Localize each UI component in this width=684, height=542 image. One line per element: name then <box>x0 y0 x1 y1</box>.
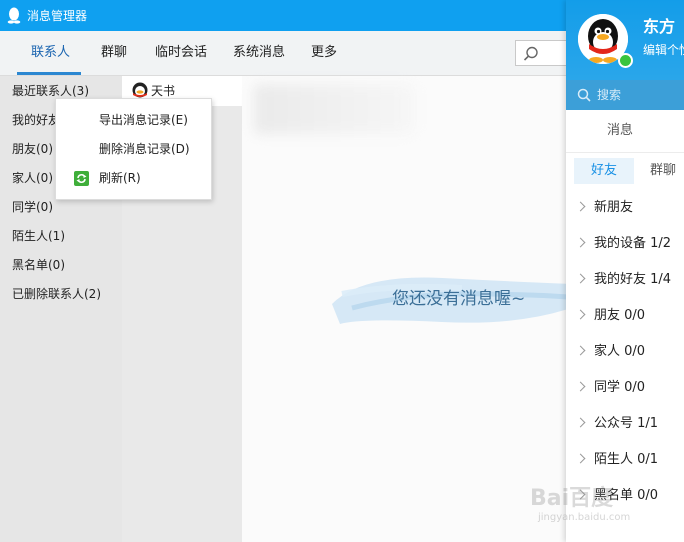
refresh-icon <box>74 171 89 186</box>
manager-search-input[interactable] <box>515 40 566 66</box>
contact-name: 天书 <box>151 84 176 98</box>
category-blacklist[interactable]: 黑名单(0) <box>12 257 65 273</box>
group-new-friends[interactable]: 新朋友 <box>566 191 684 225</box>
qq-search-placeholder: 搜索 <box>597 88 622 102</box>
category-friends[interactable]: 朋友(0) <box>12 141 53 157</box>
tab-groups[interactable]: 群聊 <box>101 44 127 62</box>
manager-title: 消息管理器 <box>27 9 88 23</box>
group-label: 同学 0/0 <box>594 380 646 395</box>
group-label: 我的好友 1/4 <box>594 272 672 287</box>
category-classmates[interactable]: 同学(0) <box>12 199 53 215</box>
chevron-right-icon <box>575 417 586 428</box>
qq-penguin-icon <box>7 7 21 24</box>
tab-contacts[interactable]: 联系人 <box>31 44 70 62</box>
category-my-friends[interactable]: 我的好友 <box>12 112 60 128</box>
blurred-header <box>254 84 414 134</box>
empty-message-text: 您还没有消息喔~ <box>392 289 526 309</box>
group-my-devices[interactable]: 我的设备 1/2 <box>566 227 684 261</box>
tab-temp-sessions[interactable]: 临时会话 <box>155 44 207 62</box>
group-label: 公众号 1/1 <box>594 416 659 431</box>
user-signature[interactable]: 编辑个性 <box>643 42 684 58</box>
menu-item-refresh-label: 刷新(R) <box>99 171 141 185</box>
group-label: 我的设备 1/2 <box>594 236 672 251</box>
manager-tab-bar: 联系人 群聊 临时会话 系统消息 更多 <box>0 31 566 76</box>
group-label: 朋友 0/0 <box>594 308 646 323</box>
contact-avatar-icon <box>132 82 148 98</box>
group-family[interactable]: 家人 0/0 <box>566 335 684 369</box>
baidu-watermark: Bai百度 <box>530 486 614 511</box>
group-label: 新朋友 <box>594 200 634 215</box>
menu-item-delete[interactable]: 删除消息记录(D) <box>56 136 211 162</box>
message-content-area: 您还没有消息喔~ <box>242 76 566 542</box>
qq-search-bar[interactable]: 搜索 <box>566 80 684 110</box>
group-official-accounts[interactable]: 公众号 1/1 <box>566 407 684 441</box>
qq-main-tabs: 消息 <box>566 110 684 153</box>
group-label: 家人 0/0 <box>594 344 646 359</box>
category-family[interactable]: 家人(0) <box>12 170 53 186</box>
tab-messages[interactable]: 消息 <box>607 122 633 140</box>
qq-sub-tabs: 好友 群聊 <box>566 153 684 189</box>
category-deleted[interactable]: 已删除联系人(2) <box>12 286 101 302</box>
chevron-right-icon <box>575 309 586 320</box>
online-status-icon <box>618 53 633 68</box>
group-friends[interactable]: 朋友 0/0 <box>566 299 684 333</box>
category-recent[interactable]: 最近联系人(3) <box>12 83 89 99</box>
chevron-right-icon <box>575 345 586 356</box>
tab-more[interactable]: 更多 <box>311 44 337 62</box>
menu-item-export-label: 导出消息记录(E) <box>99 113 188 127</box>
chevron-right-icon <box>575 273 586 284</box>
chevron-right-icon <box>575 201 586 212</box>
group-my-friends[interactable]: 我的好友 1/4 <box>566 263 684 297</box>
baidu-watermark-url: jingyan.baidu.com <box>538 512 631 523</box>
user-nickname: 东方 <box>643 17 676 36</box>
context-menu: 导出消息记录(E) 删除消息记录(D) 刷新(R) <box>55 98 212 200</box>
category-strangers[interactable]: 陌生人(1) <box>12 228 65 244</box>
chevron-right-icon <box>575 381 586 392</box>
menu-item-export[interactable]: 导出消息记录(E) <box>56 107 211 133</box>
group-label: 陌生人 0/1 <box>594 452 659 467</box>
tab-system-messages[interactable]: 系统消息 <box>233 44 285 62</box>
manager-titlebar: 消息管理器 <box>0 0 566 31</box>
menu-item-refresh[interactable]: 刷新(R) <box>56 165 211 191</box>
chevron-right-icon <box>575 453 586 464</box>
message-manager-window: 消息管理器 联系人 群聊 临时会话 系统消息 更多 最近联系人(3) 我的好友 … <box>0 0 566 542</box>
group-strangers[interactable]: 陌生人 0/1 <box>566 443 684 477</box>
subtab-friends[interactable]: 好友 <box>574 158 634 184</box>
menu-item-delete-label: 删除消息记录(D) <box>99 142 190 156</box>
qq-profile-header: 东方 编辑个性 <box>566 0 684 80</box>
active-tab-indicator <box>17 72 81 75</box>
subtab-groups[interactable]: 群聊 <box>650 158 684 184</box>
search-icon <box>523 46 538 61</box>
search-icon <box>577 88 591 102</box>
group-classmates[interactable]: 同学 0/0 <box>566 371 684 405</box>
chevron-right-icon <box>575 237 586 248</box>
qq-main-panel: 东方 编辑个性 搜索 消息 好友 群聊 新朋友 我的设备 1/2 我的好友 1/… <box>566 0 684 542</box>
